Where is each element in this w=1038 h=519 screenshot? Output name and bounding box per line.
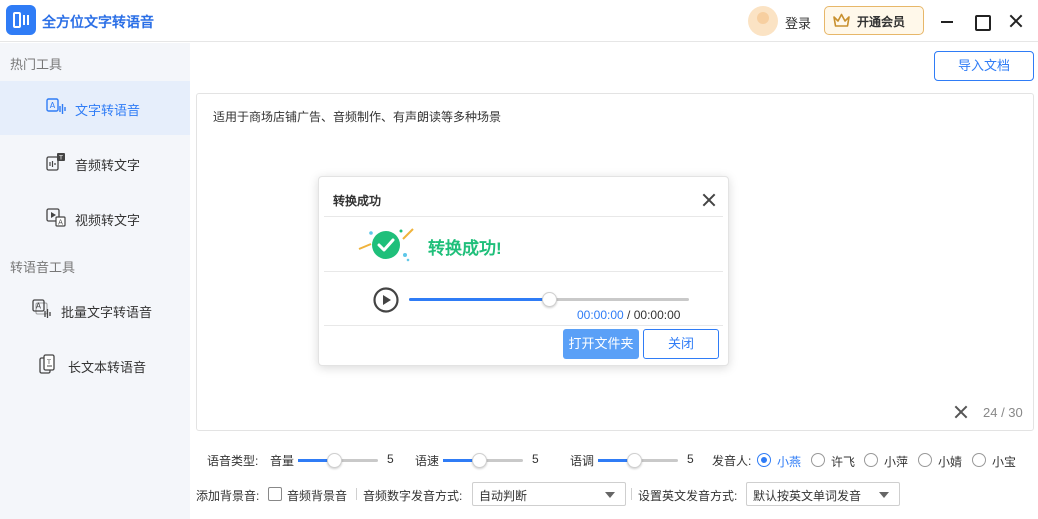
clear-text-icon[interactable]: [953, 404, 969, 420]
number-mode-label: 音频数字发音方式:: [363, 489, 463, 503]
sidebar-item-video-to-text[interactable]: A 视频转文字: [0, 191, 190, 245]
import-document-button[interactable]: 导入文档: [934, 51, 1034, 81]
sidebar-item-long-text-tts[interactable]: T 长文本转语音: [0, 338, 190, 392]
svg-text:A: A: [50, 101, 56, 110]
close-button[interactable]: 关闭: [643, 329, 719, 359]
speaker-name: 小婧: [938, 455, 963, 469]
chevron-down-icon: [879, 492, 889, 498]
audio-to-text-icon: T: [46, 153, 65, 171]
vip-button[interactable]: 开通会员: [824, 6, 924, 35]
minimize-button[interactable]: [936, 10, 958, 32]
bg-music-label: 添加背景音:: [196, 489, 260, 503]
sidebar-item-text-to-speech[interactable]: A 文字转语音: [0, 81, 190, 135]
pitch-label: 语调: [570, 454, 595, 468]
title-bar: 全方位文字转语音 登录 开通会员: [0, 0, 1038, 42]
bg-music-checkbox-label[interactable]: 音频背景音: [287, 487, 347, 504]
speaker-name: 小宝: [992, 455, 1017, 469]
divider: [631, 488, 632, 500]
speed-value: 5: [532, 452, 539, 466]
divider: [356, 488, 357, 500]
speaker-label: 发音人:: [712, 454, 752, 468]
speaker-name: 小萍: [884, 455, 909, 469]
speed-slider[interactable]: [443, 453, 523, 468]
audio-progress-fill: [409, 298, 549, 301]
volume-label: 音量: [270, 454, 295, 468]
character-count: 24 / 30: [983, 405, 1023, 420]
divider: [324, 325, 723, 326]
dialog-title: 转换成功: [333, 194, 382, 208]
section-tts-tools: 转语音工具: [10, 260, 76, 275]
speed-slider-handle[interactable]: [472, 453, 487, 468]
svg-text:A: A: [58, 219, 63, 227]
success-message: 转换成功!: [428, 239, 502, 258]
speaker-name: 小燕: [777, 455, 802, 469]
app-logo-icon: [6, 5, 36, 35]
audio-progress-handle[interactable]: [541, 292, 557, 307]
sidebar-item-label: 批量文字转语音: [61, 305, 153, 320]
pitch-value: 5: [687, 452, 694, 466]
sidebar-item-label: 视频转文字: [75, 213, 141, 228]
volume-slider-handle[interactable]: [327, 453, 342, 468]
pitch-slider-handle[interactable]: [627, 453, 642, 468]
divider: [324, 216, 723, 217]
long-text-tts-icon: T: [39, 354, 55, 374]
chevron-down-icon: [605, 492, 615, 498]
volume-value: 5: [387, 452, 394, 466]
svg-text:T: T: [58, 154, 63, 162]
sidebar-item-label: 文字转语音: [75, 103, 141, 118]
voice-type-label: 语音类型:: [207, 454, 259, 468]
text-to-speech-icon: A: [46, 98, 66, 114]
avatar[interactable]: [748, 6, 778, 36]
sidebar-item-label: 音频转文字: [75, 158, 141, 173]
speed-label: 语速: [415, 454, 440, 468]
window-close-button[interactable]: [1005, 10, 1027, 32]
editor-text[interactable]: 适用于商场店铺广告、音频制作、有声朗读等多种场景: [213, 108, 501, 125]
current-time: 00:00:00: [577, 308, 624, 322]
open-folder-button[interactable]: 打开文件夹: [563, 329, 639, 359]
audio-progress-bar[interactable]: [409, 292, 689, 307]
vip-label: 开通会员: [857, 15, 906, 29]
sidebar-item-batch-tts[interactable]: A 批量文字转语音: [0, 283, 190, 337]
video-to-text-icon: A: [46, 208, 66, 227]
sidebar-item-label: 长文本转语音: [68, 360, 147, 375]
radio-circle: [972, 453, 986, 467]
radio-circle: [757, 453, 771, 467]
play-icon[interactable]: [373, 287, 399, 313]
crown-icon: [833, 13, 850, 27]
sidebar: 热门工具 A 文字转语音 T 音频转文字 A 视频转文字 转语音工具 A 批量文…: [0, 43, 190, 519]
success-check-icon: [358, 228, 414, 262]
number-mode-value: 自动判断: [479, 489, 528, 503]
total-time: 00:00:00: [633, 308, 681, 322]
speaker-name: 许飞: [831, 455, 856, 469]
section-hot-tools: 热门工具: [10, 57, 63, 72]
login-link[interactable]: 登录: [785, 13, 811, 32]
volume-slider[interactable]: [298, 453, 378, 468]
english-mode-value: 默认按英文单词发音: [753, 489, 862, 503]
pitch-slider[interactable]: [598, 453, 678, 468]
radio-circle: [811, 453, 825, 467]
app-title: 全方位文字转语音: [42, 14, 154, 30]
english-mode-label: 设置英文发音方式:: [638, 489, 738, 503]
radio-circle: [864, 453, 878, 467]
bg-music-checkbox[interactable]: [268, 487, 282, 501]
english-mode-select[interactable]: 默认按英文单词发音: [746, 482, 900, 506]
time-separator: /: [623, 308, 634, 322]
conversion-success-dialog: 转换成功 转换成功! 00:00:00 / 00:00:00 打开文件夹 关闭: [318, 176, 729, 366]
radio-circle: [918, 453, 932, 467]
dialog-close-icon[interactable]: [701, 192, 717, 208]
playback-time: 00:00:00 / 00:00:00: [577, 308, 680, 322]
divider: [324, 271, 723, 272]
number-mode-select[interactable]: 自动判断: [472, 482, 626, 506]
sidebar-item-audio-to-text[interactable]: T 音频转文字: [0, 136, 190, 190]
svg-text:T: T: [46, 358, 51, 366]
maximize-button[interactable]: [970, 10, 992, 32]
batch-tts-icon: A: [32, 299, 51, 318]
